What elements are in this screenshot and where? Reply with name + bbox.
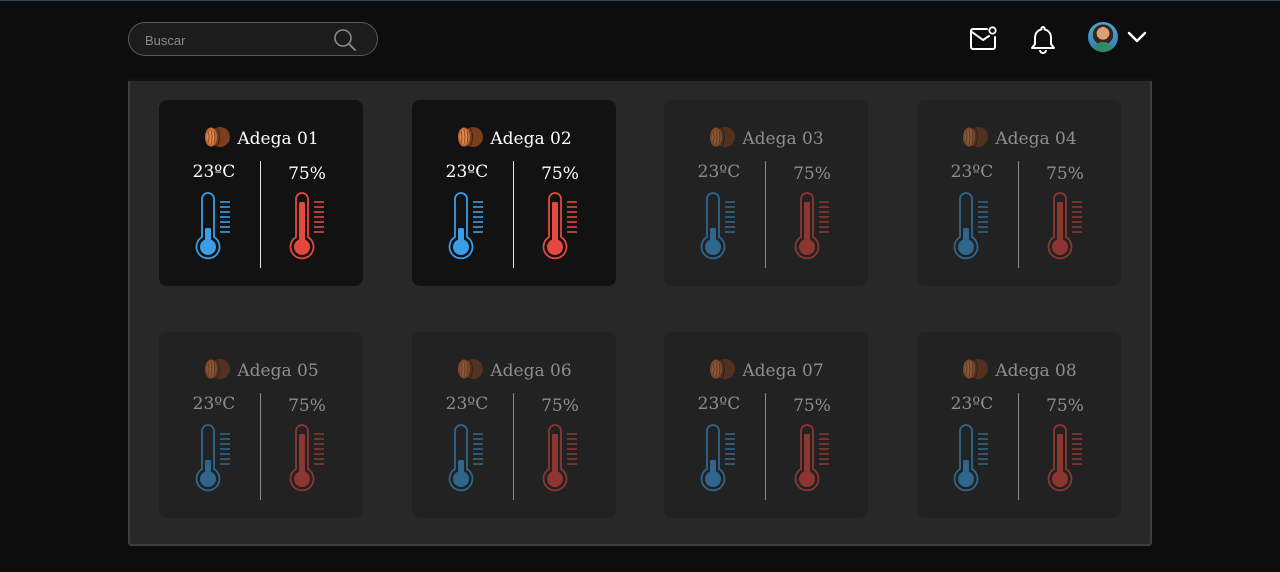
barrel-icon bbox=[458, 359, 484, 379]
chevron-down-icon[interactable] bbox=[1126, 27, 1148, 47]
cellar-title: Adega 08 bbox=[917, 358, 1121, 381]
barrel-icon bbox=[205, 359, 231, 379]
humidity-thermometer-icon bbox=[542, 424, 577, 492]
cellar-title: Adega 03 bbox=[664, 126, 868, 149]
temperature-value: 23ºC bbox=[950, 394, 994, 414]
user-avatar[interactable] bbox=[1088, 22, 1118, 52]
humidity-thermometer-icon bbox=[794, 424, 829, 492]
humidity-thermometer-icon bbox=[289, 192, 324, 260]
search-icon[interactable] bbox=[333, 28, 357, 52]
temperature-thermometer-icon bbox=[953, 192, 988, 260]
cellar-card-3[interactable]: Adega 03 23ºC 75% bbox=[664, 100, 868, 286]
humidity-thermometer-icon bbox=[1047, 192, 1082, 260]
cellar-card-5[interactable]: Adega 05 23ºC 75% bbox=[159, 332, 363, 518]
humidity-thermometer-icon bbox=[1047, 424, 1082, 492]
temperature-thermometer-icon bbox=[953, 424, 988, 492]
cellar-title: Adega 04 bbox=[917, 126, 1121, 149]
temperature-thermometer-icon bbox=[448, 192, 483, 260]
cellar-name: Adega 02 bbox=[490, 129, 572, 149]
search-box[interactable] bbox=[128, 22, 378, 56]
humidity-value: 75% bbox=[288, 164, 326, 184]
cellar-card-7[interactable]: Adega 07 23ºC 75% bbox=[664, 332, 868, 518]
cellars-panel: Adega 01 23ºC 75% Adega 02 23ºC 75% Adeg… bbox=[128, 79, 1152, 546]
cellar-card-4[interactable]: Adega 04 23ºC 75% bbox=[917, 100, 1121, 286]
mail-notification-icon[interactable] bbox=[968, 24, 998, 54]
cellar-title: Adega 02 bbox=[412, 126, 616, 149]
humidity-thermometer-icon bbox=[542, 192, 577, 260]
barrel-icon bbox=[710, 359, 736, 379]
humidity-thermometer-icon bbox=[794, 192, 829, 260]
card-divider bbox=[765, 393, 766, 500]
temperature-thermometer-icon bbox=[700, 424, 735, 492]
temperature-value: 23ºC bbox=[445, 162, 489, 182]
bell-icon[interactable] bbox=[1028, 24, 1058, 54]
cellar-title: Adega 06 bbox=[412, 358, 616, 381]
card-divider bbox=[765, 161, 766, 268]
humidity-thermometer-icon bbox=[289, 424, 324, 492]
card-divider bbox=[260, 393, 261, 500]
cellar-card-6[interactable]: Adega 06 23ºC 75% bbox=[412, 332, 616, 518]
temperature-value: 23ºC bbox=[950, 162, 994, 182]
humidity-value: 75% bbox=[793, 396, 831, 416]
temperature-value: 23ºC bbox=[445, 394, 489, 414]
temperature-thermometer-icon bbox=[195, 424, 230, 492]
card-divider bbox=[1018, 161, 1019, 268]
humidity-value: 75% bbox=[793, 164, 831, 184]
temperature-thermometer-icon bbox=[195, 192, 230, 260]
humidity-value: 75% bbox=[1046, 396, 1084, 416]
cellar-name: Adega 07 bbox=[742, 361, 824, 381]
temperature-value: 23ºC bbox=[697, 394, 741, 414]
cellar-name: Adega 06 bbox=[490, 361, 572, 381]
card-divider bbox=[1018, 393, 1019, 500]
temperature-value: 23ºC bbox=[192, 394, 236, 414]
cellar-title: Adega 01 bbox=[159, 126, 363, 149]
cellar-name: Adega 01 bbox=[237, 129, 319, 149]
barrel-icon bbox=[963, 127, 989, 147]
cellar-name: Adega 04 bbox=[995, 129, 1077, 149]
cellar-card-8[interactable]: Adega 08 23ºC 75% bbox=[917, 332, 1121, 518]
barrel-icon bbox=[205, 127, 231, 147]
barrel-icon bbox=[710, 127, 736, 147]
temperature-value: 23ºC bbox=[697, 162, 741, 182]
cellar-name: Adega 08 bbox=[995, 361, 1077, 381]
top-border-line bbox=[0, 0, 1280, 1]
barrel-icon bbox=[963, 359, 989, 379]
barrel-icon bbox=[458, 127, 484, 147]
temperature-thermometer-icon bbox=[448, 424, 483, 492]
humidity-value: 75% bbox=[288, 396, 326, 416]
humidity-value: 75% bbox=[541, 396, 579, 416]
cellar-title: Adega 07 bbox=[664, 358, 868, 381]
card-divider bbox=[260, 161, 261, 268]
temperature-value: 23ºC bbox=[192, 162, 236, 182]
cellar-card-1[interactable]: Adega 01 23ºC 75% bbox=[159, 100, 363, 286]
cellar-name: Adega 05 bbox=[237, 361, 319, 381]
search-input[interactable] bbox=[145, 30, 325, 50]
temperature-thermometer-icon bbox=[700, 192, 735, 260]
card-divider bbox=[513, 393, 514, 500]
cellar-name: Adega 03 bbox=[742, 129, 824, 149]
cellar-card-2[interactable]: Adega 02 23ºC 75% bbox=[412, 100, 616, 286]
card-divider bbox=[513, 161, 514, 268]
humidity-value: 75% bbox=[541, 164, 579, 184]
humidity-value: 75% bbox=[1046, 164, 1084, 184]
cellar-title: Adega 05 bbox=[159, 358, 363, 381]
